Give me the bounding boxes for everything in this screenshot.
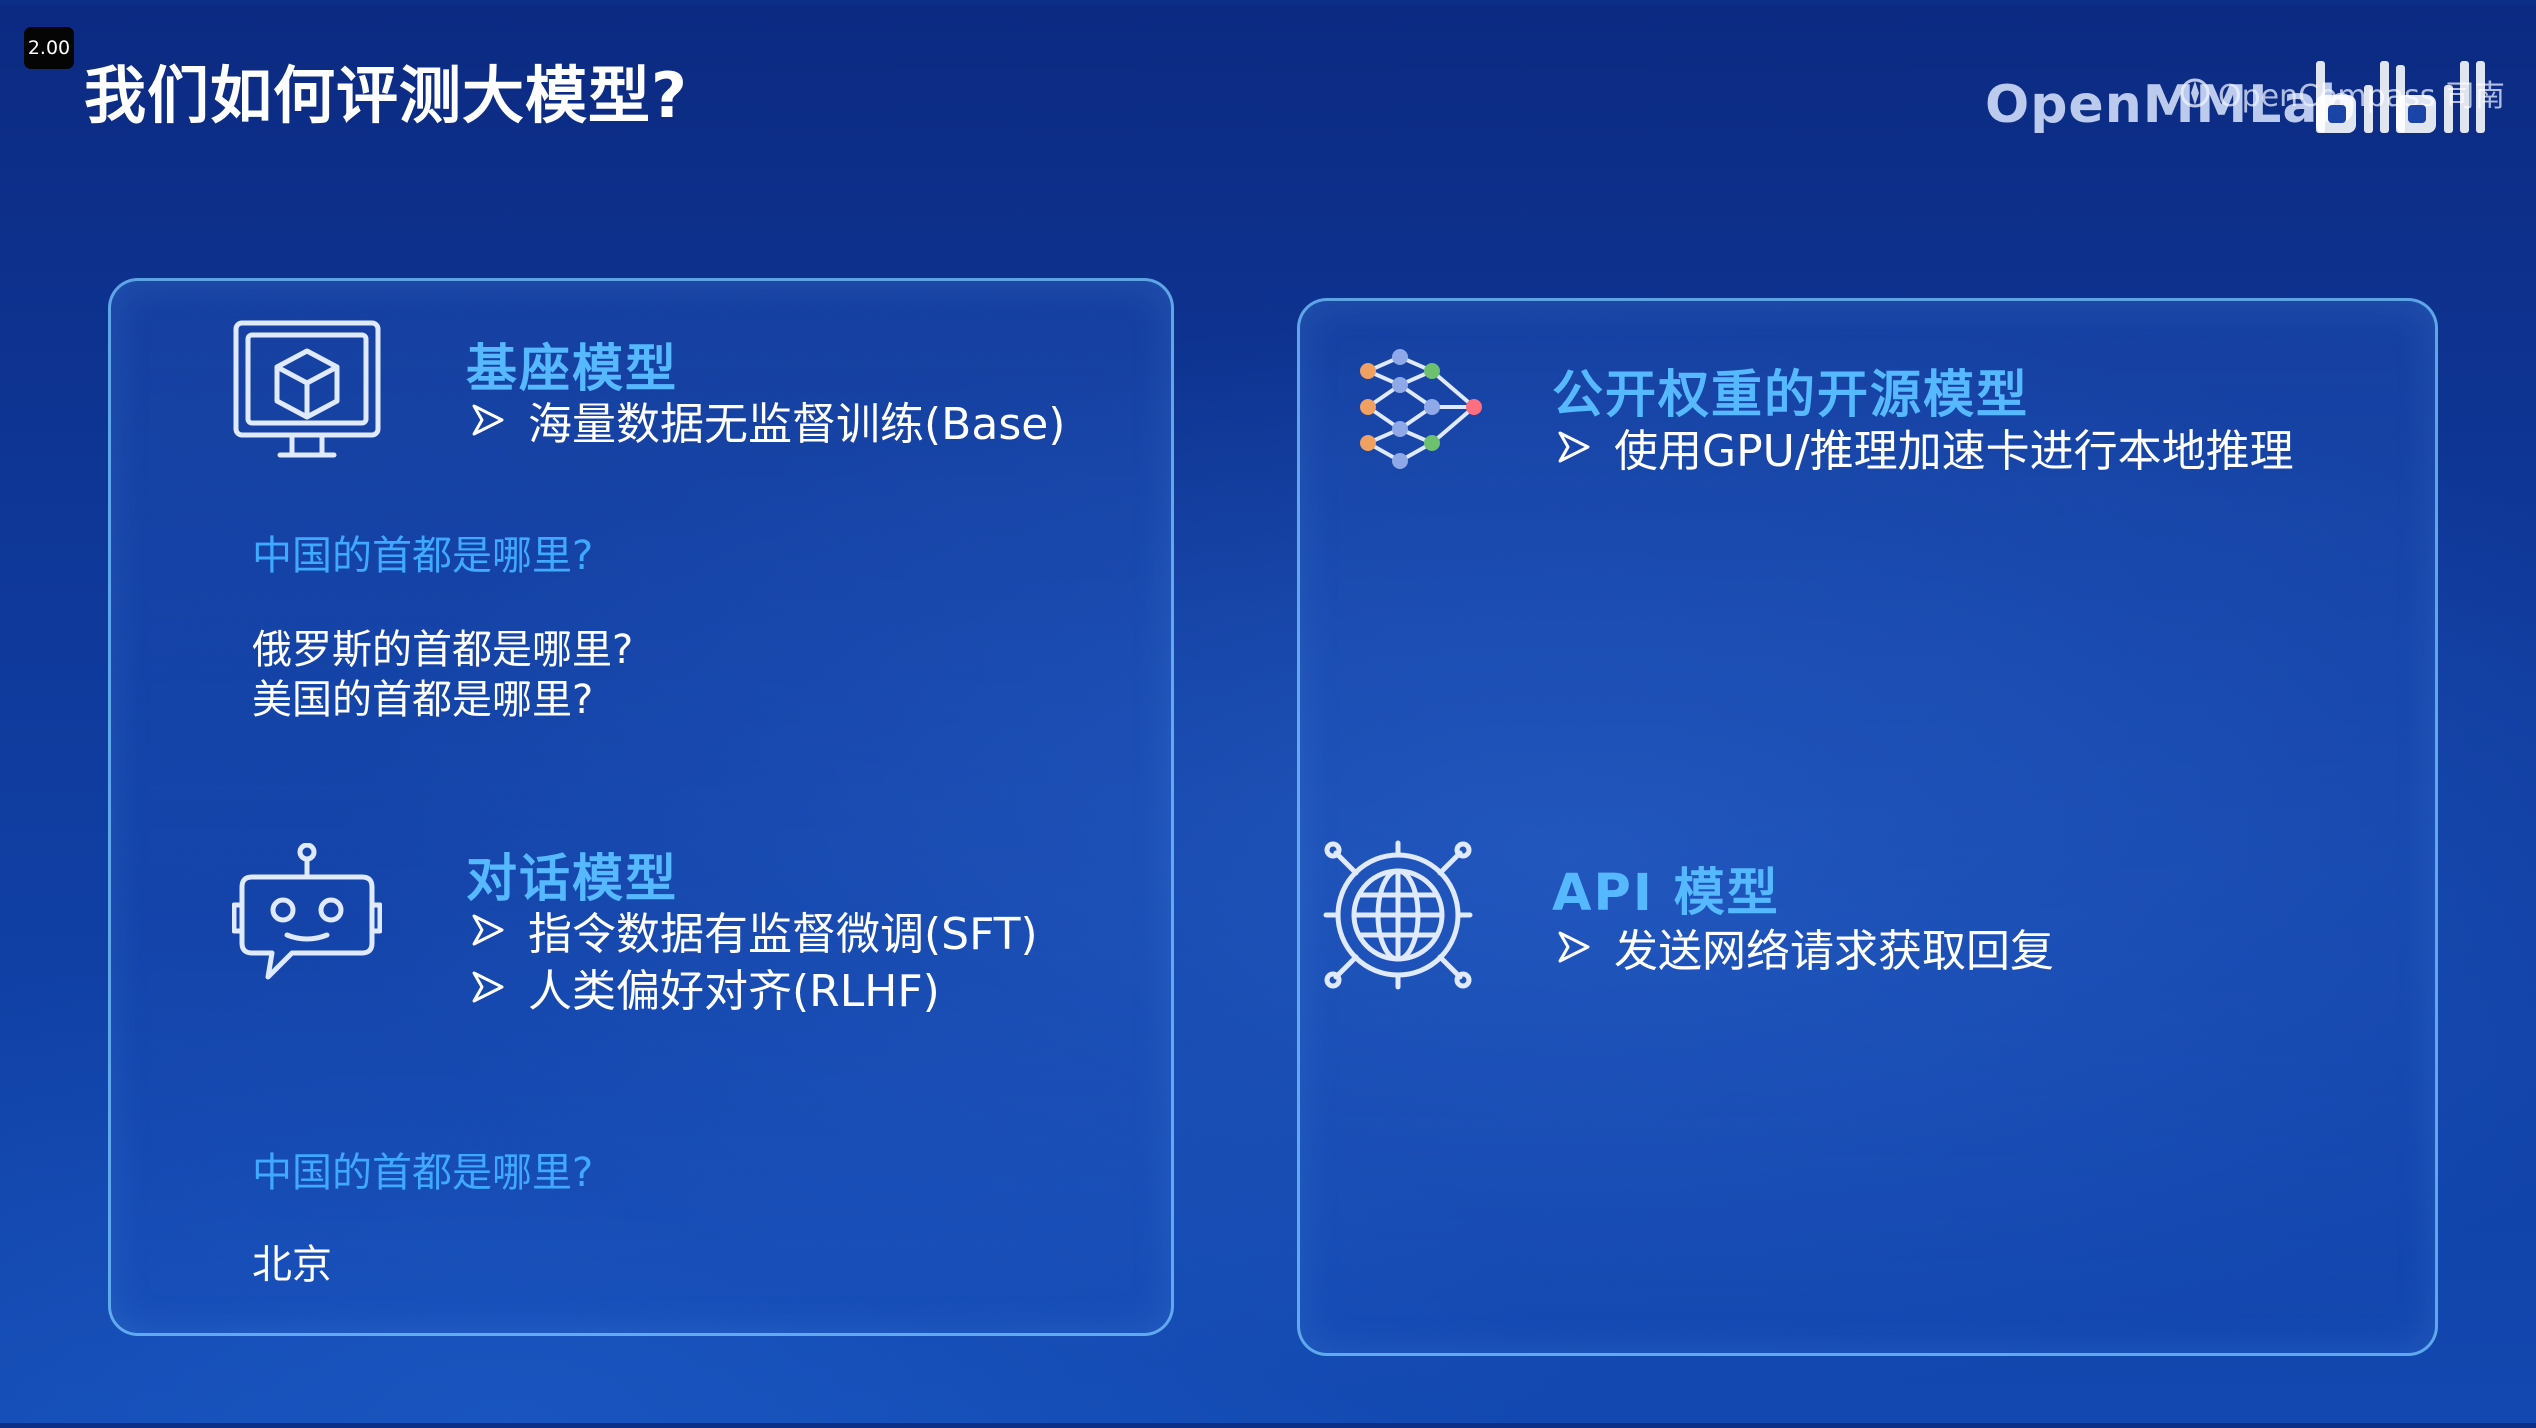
arrow-bullet-icon	[472, 914, 504, 946]
slide: 2.00 我们如何评测大模型? OpenMMLab OpenCompass 司南	[0, 5, 2536, 1423]
base-model-prompt: 中国的首都是哪里?	[252, 533, 594, 579]
compass-icon	[2180, 78, 2210, 108]
arrow-bullet-icon	[1558, 931, 1590, 963]
base-model-continuation-2: 美国的首都是哪里?	[252, 677, 594, 723]
arrow-bullet-icon	[472, 404, 504, 436]
neural-network-icon	[1360, 349, 1482, 469]
playback-speed-badge[interactable]: 2.00	[24, 27, 74, 69]
cube-monitor-icon	[233, 320, 381, 458]
globe-network-icon	[1323, 840, 1473, 990]
base-model-bullet: 海量数据无监督训练(Base)	[468, 388, 1065, 452]
bullet-text: 人类偏好对齐(RLHF)	[528, 966, 940, 1017]
api-model-bullet: 发送网络请求获取回复	[1554, 915, 2054, 979]
open-weight-model-bullet: 使用GPU/推理加速卡进行本地推理	[1554, 415, 2294, 479]
arrow-bullet-icon	[1558, 431, 1590, 463]
bullet-text: 发送网络请求获取回复	[1614, 926, 2054, 977]
api-model-heading: API 模型	[1552, 864, 1780, 923]
bullet-text: 指令数据有监督微调(SFT)	[528, 909, 1038, 960]
bullet-text: 海量数据无监督训练(Base)	[528, 399, 1066, 450]
arrow-bullet-icon	[472, 971, 504, 1003]
bilibili-watermark-icon	[2316, 61, 2485, 133]
page-title: 我们如何评测大模型?	[84, 59, 688, 132]
chat-model-bullet-1: 指令数据有监督微调(SFT)	[468, 898, 1038, 962]
bullet-text: 使用GPU/推理加速卡进行本地推理	[1614, 426, 2294, 477]
robot-chat-icon	[232, 843, 382, 980]
chat-model-answer: 北京	[252, 1242, 332, 1288]
base-model-continuation-1: 俄罗斯的首都是哪里?	[252, 627, 634, 673]
chat-model-prompt: 中国的首都是哪里?	[252, 1150, 594, 1196]
chat-model-bullet-2: 人类偏好对齐(RLHF)	[468, 955, 940, 1019]
